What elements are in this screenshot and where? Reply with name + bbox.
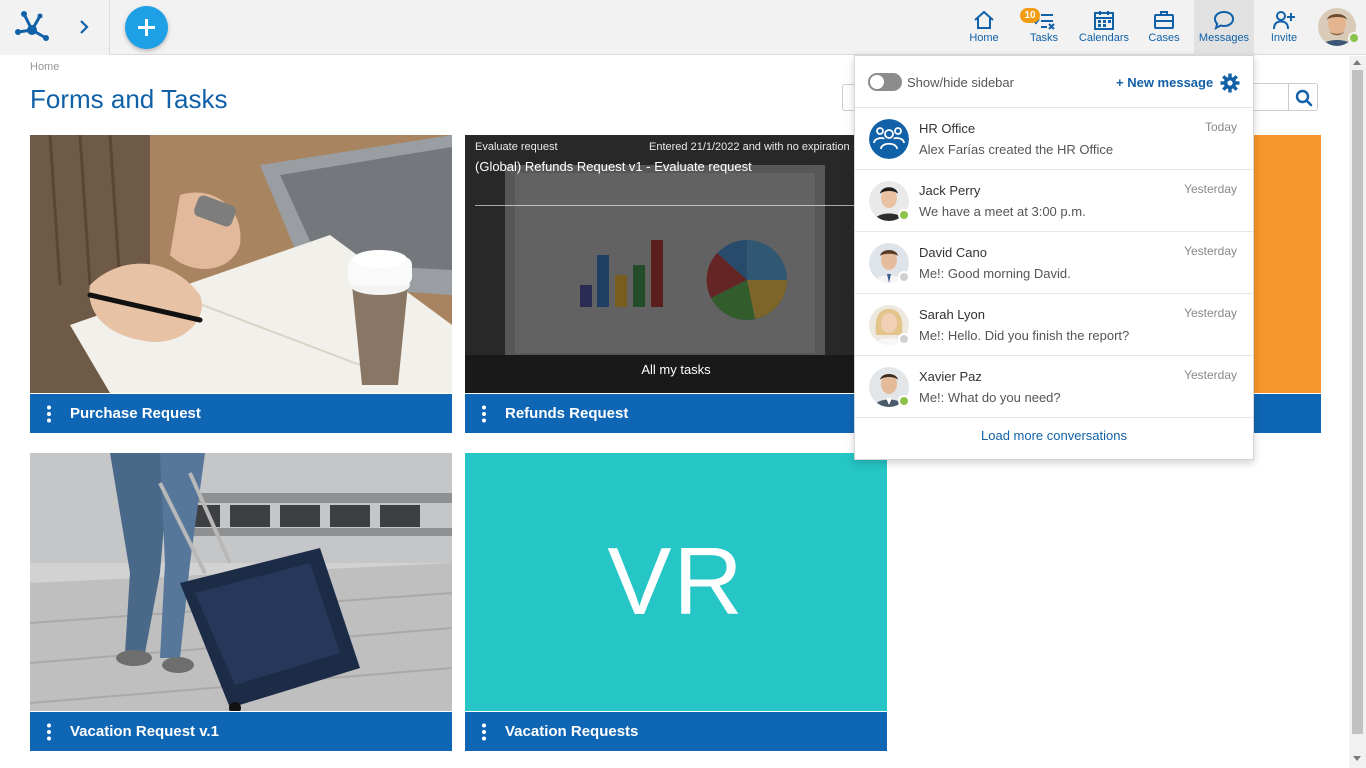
home-icon xyxy=(974,10,994,29)
conversation-preview: Me!: Hello. Did you finish the report? xyxy=(919,328,1130,343)
scroll-up-arrow[interactable] xyxy=(1353,60,1361,65)
card-initials: VR xyxy=(607,528,745,635)
gear-icon[interactable] xyxy=(1220,73,1240,93)
breadcrumb[interactable]: Home xyxy=(30,61,59,73)
card-image xyxy=(30,453,452,711)
nav-home-label: Home xyxy=(969,32,999,44)
card-footer: Vacation Request v.1 xyxy=(30,712,452,751)
kebab-menu-icon[interactable] xyxy=(44,405,54,423)
new-message-button[interactable]: + New message xyxy=(1116,75,1213,90)
page-title: Forms and Tasks xyxy=(30,84,228,114)
plus-icon xyxy=(138,19,155,36)
kebab-menu-icon[interactable] xyxy=(479,723,489,741)
card-title: Refunds Request xyxy=(505,405,629,422)
overlay-divider xyxy=(475,205,885,206)
tasks-count-badge: 10 xyxy=(1020,8,1040,23)
conversation-name: Sarah Lyon xyxy=(919,307,986,322)
calendar-icon xyxy=(1094,11,1114,30)
card-title: Purchase Request xyxy=(70,405,201,422)
search-icon xyxy=(1295,89,1313,107)
group-avatar xyxy=(869,119,909,159)
briefcase-icon xyxy=(1154,11,1174,29)
conversation-time: Today xyxy=(1204,120,1237,134)
new-item-button[interactable] xyxy=(125,6,168,49)
card-footer: Refunds Request xyxy=(465,394,887,433)
card-refunds-request[interactable]: Evaluate request Entered 21/1/2022 and w… xyxy=(465,135,887,433)
user-online-status xyxy=(1348,32,1360,44)
offline-status-dot xyxy=(898,271,910,283)
all-my-tasks-link[interactable]: All my tasks xyxy=(465,362,887,377)
conversation-time: Yesterday xyxy=(1184,244,1237,258)
conversation-time: Yesterday xyxy=(1184,182,1237,196)
nav-messages[interactable]: Messages xyxy=(1194,0,1254,55)
card-title: Vacation Request v.1 xyxy=(70,723,219,740)
app-logo-icon[interactable] xyxy=(12,8,50,46)
nav-home[interactable]: Home xyxy=(954,0,1014,55)
nav-invite[interactable]: Invite xyxy=(1254,0,1314,55)
conversation-name: Jack Perry xyxy=(919,183,981,198)
conversation-item[interactable]: HR Office Today Alex Farías created the … xyxy=(855,108,1253,170)
card-vacation-request-v1[interactable]: Vacation Request v.1 xyxy=(30,453,452,751)
messages-popup: Show/hide sidebar + New message HR Offic… xyxy=(854,55,1254,460)
conversation-preview: Alex Farías created the HR Office xyxy=(919,142,1114,157)
chat-bubble-icon xyxy=(1213,10,1235,30)
toggle-knob xyxy=(870,75,884,89)
nav-cases-label: Cases xyxy=(1148,32,1180,44)
chevron-right-icon[interactable] xyxy=(74,17,94,37)
load-more-conversations-link[interactable]: Load more conversations xyxy=(855,428,1253,443)
task-entered-info: Entered 21/1/2022 and with no expiration xyxy=(649,141,850,153)
nav-cases[interactable]: Cases xyxy=(1134,0,1194,55)
nav-calendars-label: Calendars xyxy=(1078,32,1130,44)
scrollbar-thumb[interactable] xyxy=(1352,70,1363,734)
online-status-dot xyxy=(898,209,910,221)
conversation-name: Xavier Paz xyxy=(919,369,982,384)
nav-invite-label: Invite xyxy=(1270,32,1298,44)
nav-calendars[interactable]: Calendars xyxy=(1074,0,1134,55)
conversation-name: David Cano xyxy=(919,245,987,260)
conversation-preview: Me!: Good morning David. xyxy=(919,266,1071,281)
card-footer: Vacation Requests xyxy=(465,712,887,751)
conversation-item[interactable]: David Cano Yesterday Me!: Good morning D… xyxy=(855,232,1253,294)
conversation-name: HR Office xyxy=(919,121,976,136)
kebab-menu-icon[interactable] xyxy=(479,405,489,423)
sidebar-toggle-label: Show/hide sidebar xyxy=(907,75,1014,90)
card-title: Vacation Requests xyxy=(505,723,639,740)
conversation-item[interactable]: Sarah Lyon Yesterday Me!: Hello. Did you… xyxy=(855,294,1253,356)
conversation-time: Yesterday xyxy=(1184,368,1237,382)
conversation-item[interactable]: Xavier Paz Yesterday Me!: What do you ne… xyxy=(855,356,1253,418)
sidebar-toggle[interactable] xyxy=(868,73,902,91)
nav-messages-label: Messages xyxy=(1198,32,1250,44)
conversation-preview: We have a meet at 3:00 p.m. xyxy=(919,204,1086,219)
conversation-item[interactable]: Jack Perry Yesterday We have a meet at 3… xyxy=(855,170,1253,232)
kebab-menu-icon[interactable] xyxy=(44,723,54,741)
card-vacation-requests[interactable]: VR Vacation Requests xyxy=(465,453,887,751)
search-button[interactable] xyxy=(1288,83,1318,111)
search-input[interactable] xyxy=(1250,83,1288,111)
card-purchase-request[interactable]: Purchase Request xyxy=(30,135,452,433)
nav-tasks-label: Tasks xyxy=(1029,32,1059,44)
online-status-dot xyxy=(898,395,910,407)
scroll-down-arrow[interactable] xyxy=(1353,756,1361,761)
card-footer: Purchase Request xyxy=(30,394,452,433)
card-image xyxy=(30,135,452,393)
popup-header: Show/hide sidebar + New message xyxy=(855,56,1253,108)
task-link[interactable]: (Global) Refunds Request v1 - Evaluate r… xyxy=(475,159,752,174)
offline-status-dot xyxy=(898,333,910,345)
top-bar: Home Tasks 10 Calendars Cases Messages I… xyxy=(0,0,1366,55)
task-status-label: Evaluate request xyxy=(475,141,558,153)
conversation-time: Yesterday xyxy=(1184,306,1237,320)
add-user-icon xyxy=(1273,11,1295,30)
card-initials-tile: VR xyxy=(465,453,887,711)
conversation-preview: Me!: What do you need? xyxy=(919,390,1061,405)
logo-area xyxy=(0,0,110,55)
